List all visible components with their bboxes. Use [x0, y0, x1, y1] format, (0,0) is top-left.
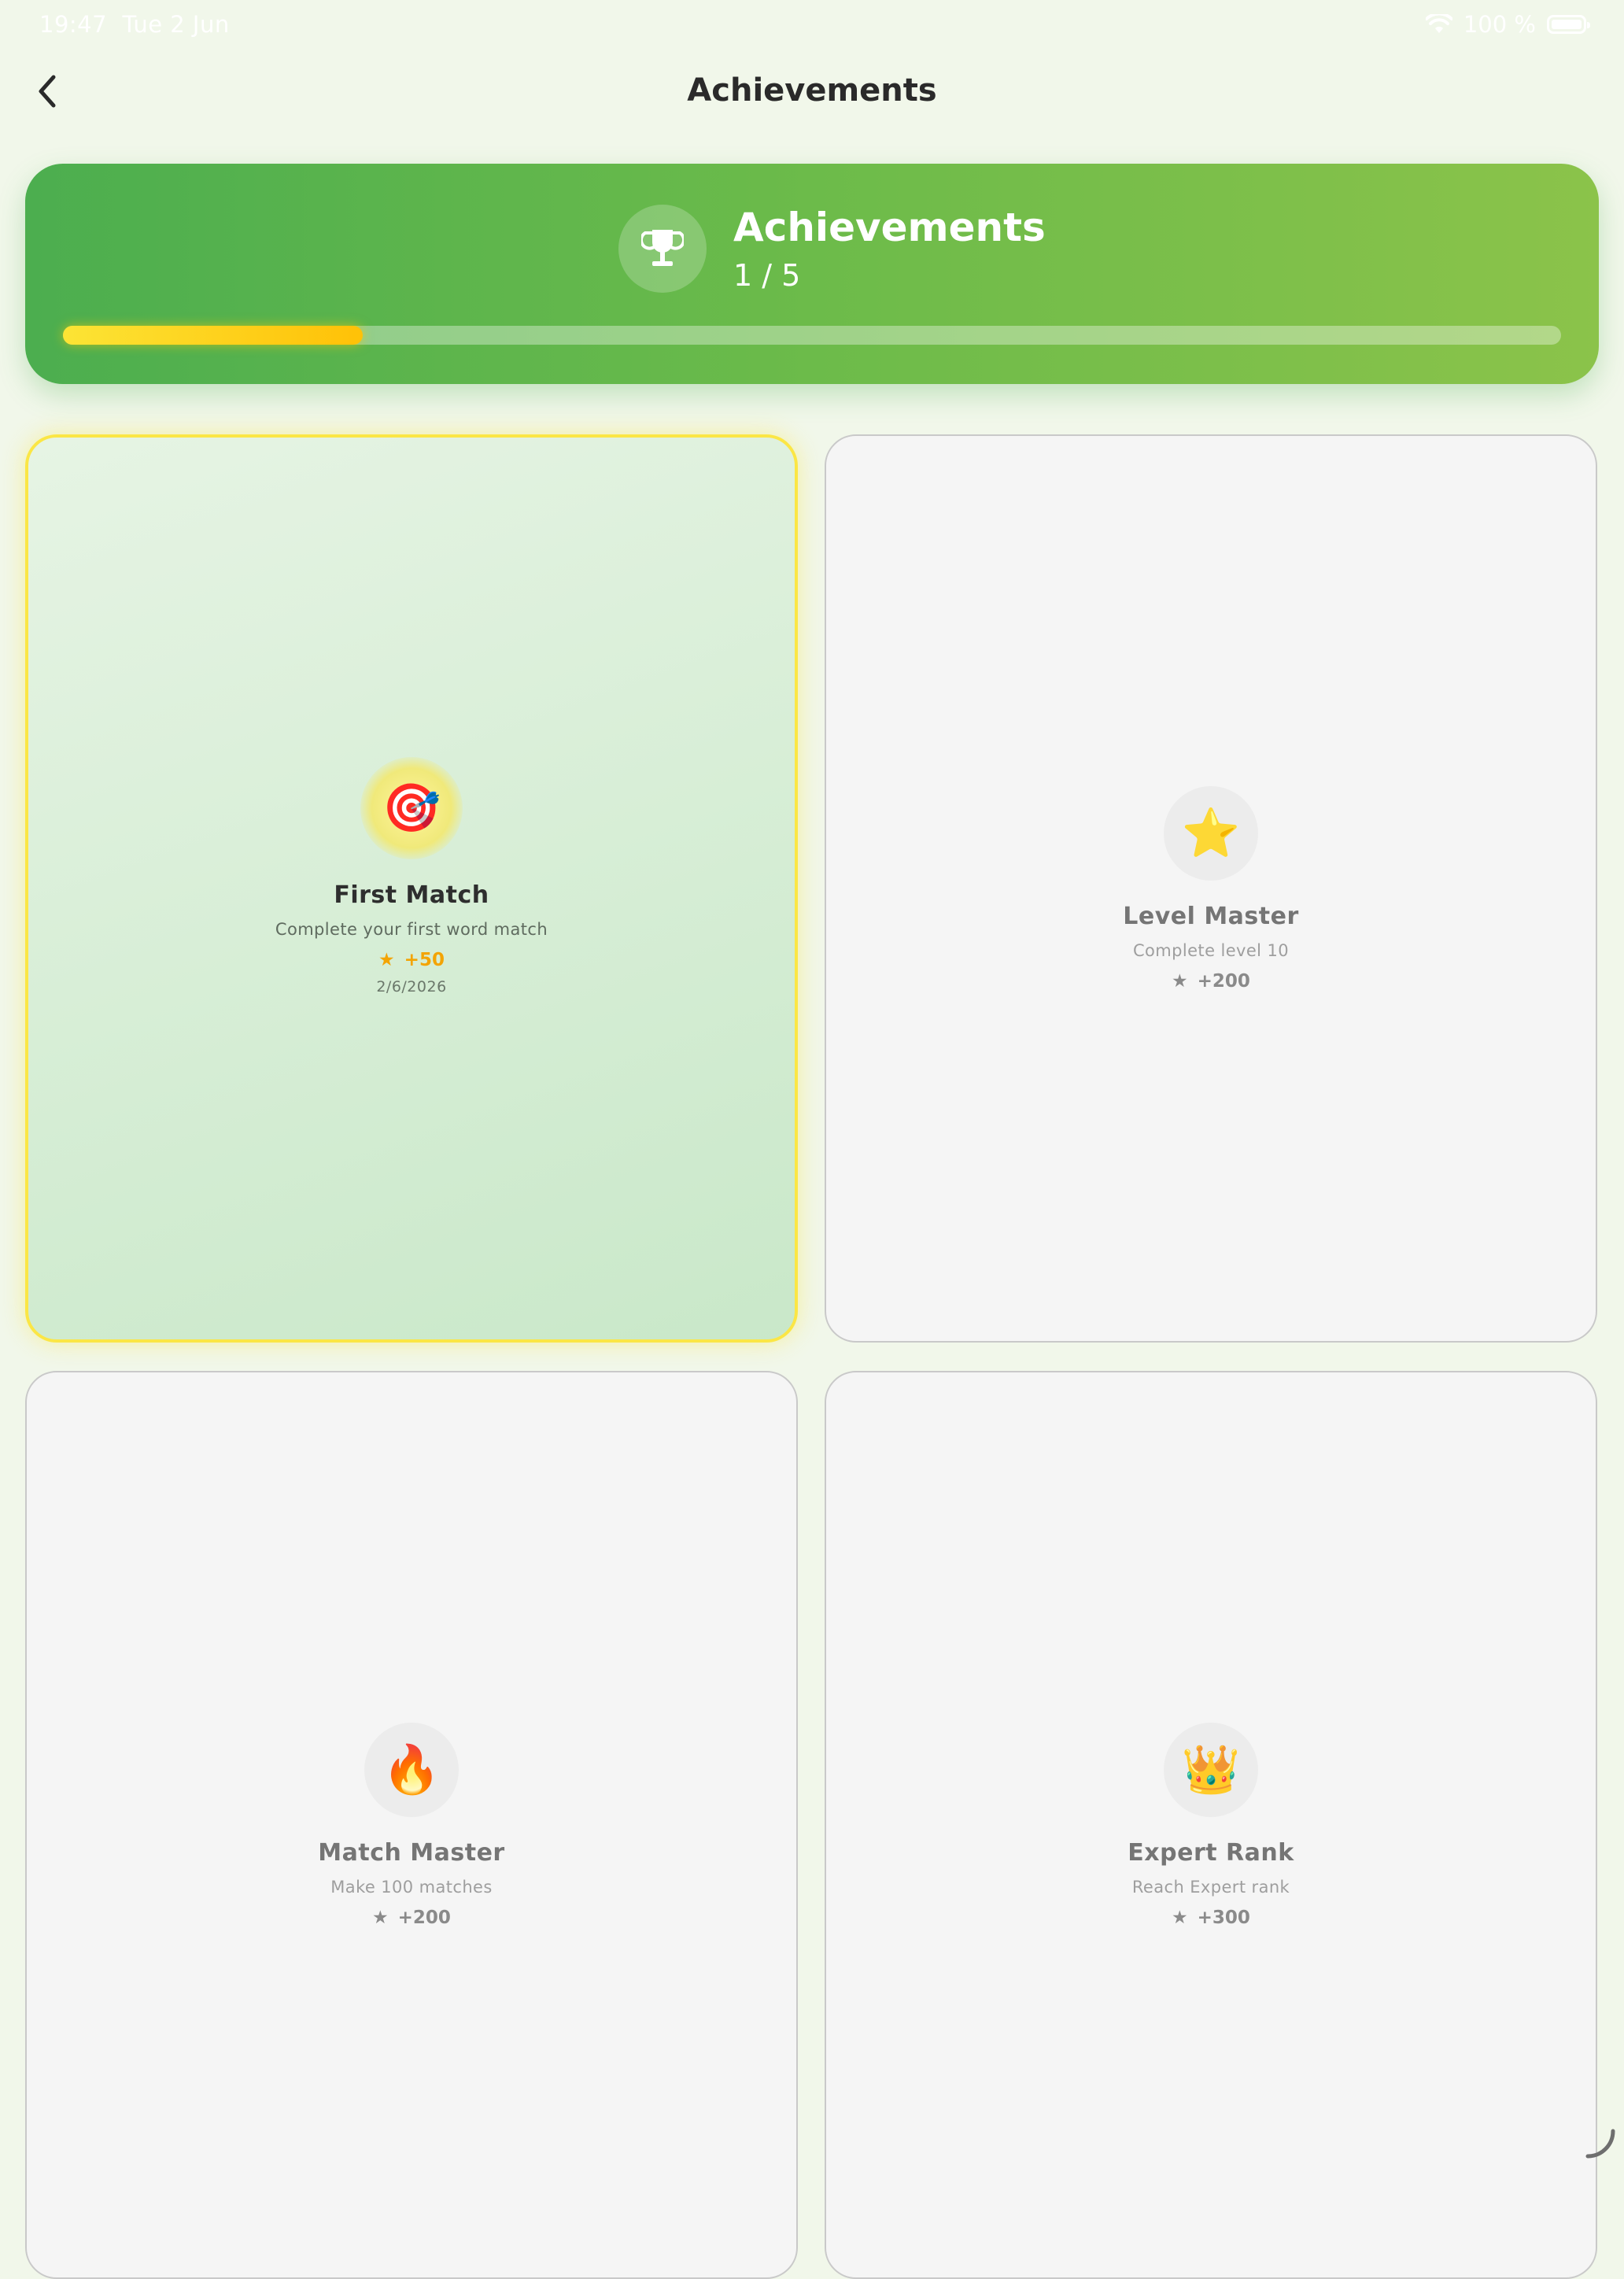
- trophy-icon: [641, 230, 684, 266]
- status-time: 19:47 Tue 2 Jun: [39, 11, 230, 38]
- star-points-icon: ★: [1172, 1907, 1188, 1928]
- battery-fill: [1552, 20, 1582, 29]
- achievement-title: First Match: [334, 881, 489, 909]
- achievement-card-first-match[interactable]: 🎯 First Match Complete your first word m…: [25, 434, 798, 1343]
- achievements-progress-bar: [63, 326, 1561, 345]
- wifi-icon: [1425, 14, 1452, 33]
- achievement-date: 2/6/2026: [376, 977, 447, 995]
- battery-percent: 100 %: [1463, 11, 1536, 38]
- status-indicators: 100 %: [1425, 11, 1590, 38]
- achievement-points-value: +200: [1197, 970, 1250, 992]
- status-bar: 19:47 Tue 2 Jun 100 %: [0, 0, 1624, 50]
- status-clock: 19:47: [39, 11, 108, 38]
- star-points-icon: ★: [372, 1907, 389, 1928]
- achievement-points-value: +200: [397, 1907, 451, 1928]
- achievement-card-expert-rank[interactable]: 👑 Expert Rank Reach Expert rank ★ +300: [825, 1371, 1597, 2279]
- achievement-description: Complete level 10: [1132, 940, 1289, 960]
- achievement-points: ★ +50: [378, 950, 445, 970]
- achievement-title: Match Master: [318, 1838, 505, 1867]
- battery-icon: [1547, 15, 1590, 34]
- star-icon: ⭐: [1164, 785, 1258, 881]
- achievement-description: Complete your first word match: [275, 919, 548, 939]
- achievement-description: Make 100 matches: [330, 1877, 493, 1897]
- target-icon: 🎯: [360, 756, 463, 859]
- achievement-card-level-master[interactable]: ⭐ Level Master Complete level 10 ★ +200: [825, 434, 1597, 1343]
- achievement-points-value: +300: [1197, 1907, 1250, 1928]
- achievement-points: ★ +200: [372, 1908, 451, 1928]
- summary-count: 1 / 5: [733, 258, 801, 293]
- corner-scroll-indicator-icon: [1585, 2129, 1615, 2159]
- summary-title: Achievements: [733, 205, 1046, 250]
- achievements-progress-fill: [63, 326, 363, 345]
- achievement-points-value: +50: [404, 949, 445, 970]
- achievement-card-match-master[interactable]: 🔥 Match Master Make 100 matches ★ +200: [25, 1371, 798, 2279]
- status-date: Tue 2 Jun: [122, 11, 230, 38]
- achievement-title: Expert Rank: [1128, 1838, 1294, 1867]
- crown-icon: 👑: [1164, 1722, 1258, 1817]
- achievement-description: Reach Expert rank: [1131, 1877, 1290, 1897]
- fire-icon: 🔥: [364, 1722, 459, 1817]
- star-points-icon: ★: [1172, 970, 1188, 992]
- achievement-title: Level Master: [1123, 902, 1299, 930]
- page-title: Achievements: [687, 72, 937, 109]
- achievements-summary-card: Achievements 1 / 5: [25, 164, 1599, 384]
- achievement-points: ★ +200: [1172, 971, 1250, 992]
- achievement-points: ★ +300: [1172, 1908, 1250, 1928]
- star-points-icon: ★: [378, 949, 395, 970]
- trophy-badge: [618, 205, 707, 293]
